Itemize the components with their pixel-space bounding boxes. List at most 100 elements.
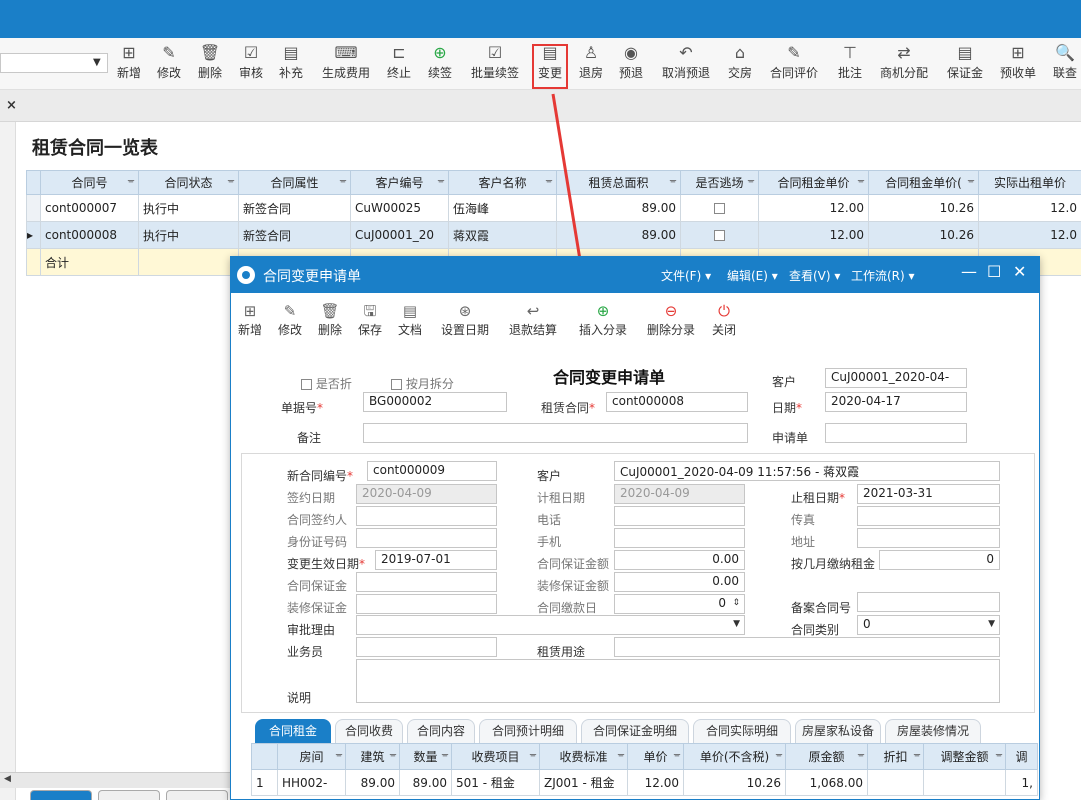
dialog-document-button[interactable]: ▤ 文档 — [395, 301, 425, 338]
customer-field[interactable]: CuJ00001_2020-04- — [825, 368, 967, 388]
toolbar-audit-button[interactable]: ☑ 审核 — [236, 42, 266, 86]
pin-icon[interactable]: ᚚ — [674, 750, 680, 760]
pin-icon[interactable]: ᚚ — [670, 176, 676, 186]
table-row[interactable]: 1 HH002- 89.00 89.00 501 - 租金 ZJ001 - 租金… — [251, 769, 1038, 796]
is-split-checkbox[interactable]: 是否折 — [301, 375, 352, 392]
phone-field[interactable] — [614, 506, 745, 526]
column-header[interactable]: 折扣 ᚚ — [867, 743, 924, 770]
column-header[interactable]: 建筑 ᚚ — [345, 743, 400, 770]
pin-icon[interactable]: ᚚ — [390, 750, 396, 760]
tab-contract-fees[interactable]: 合同收费 — [335, 719, 403, 743]
column-header[interactable]: 合同属性 ᚚ — [238, 170, 351, 195]
signer-field[interactable] — [356, 506, 497, 526]
toolbar-combo[interactable] — [0, 53, 108, 73]
stepper-icon[interactable]: ⇕ — [732, 598, 740, 608]
bottom-tab[interactable] — [30, 790, 92, 800]
pin-icon[interactable]: ᚚ — [340, 176, 346, 186]
toolbar-advance-receipt-button[interactable]: ⊞ 预收单 — [996, 42, 1040, 86]
pin-icon[interactable]: ᚚ — [442, 750, 448, 760]
row-selector-icon[interactable]: ▸ — [26, 221, 41, 249]
chevron-down-icon[interactable]: ▼ — [733, 619, 740, 629]
column-header[interactable]: 合同租金单价 ᚚ — [758, 170, 869, 195]
chevron-down-icon[interactable]: ▼ — [988, 619, 995, 629]
pin-icon[interactable]: ᚚ — [336, 750, 342, 760]
customer-detail-field[interactable]: CuJ00001_2020-04-09 11:57:56 - 蒋双霞 — [614, 461, 1000, 481]
approve-reason-select[interactable]: ▼ — [356, 615, 745, 635]
toolbar-contract-rating-button[interactable]: ✎ 合同评价 — [766, 42, 822, 86]
lease-contract-field[interactable]: cont000008 — [606, 392, 748, 412]
pin-icon[interactable]: ᚚ — [618, 750, 624, 760]
column-header[interactable]: 合同状态 ᚚ — [138, 170, 239, 195]
column-header[interactable]: 调 — [1005, 743, 1038, 770]
rent-end-field[interactable]: 2021-03-31 — [857, 484, 1000, 504]
fax-field[interactable] — [857, 506, 1000, 526]
pin-icon[interactable]: ᚚ — [914, 750, 920, 760]
toolbar-assign-opportunity-button[interactable]: ⇄ 商机分配 — [876, 42, 932, 86]
tab-renovation[interactable]: 房屋装修情况 — [885, 719, 981, 743]
column-header[interactable]: 收费项目 ᚚ — [451, 743, 540, 770]
minimize-icon[interactable]: — — [961, 262, 977, 281]
pin-icon[interactable]: ᚚ — [438, 176, 444, 186]
column-header[interactable]: 调整金额 ᚚ — [923, 743, 1006, 770]
column-header[interactable]: 客户名称 ᚚ — [448, 170, 557, 195]
dialog-save-button[interactable]: 🖫 保存 — [355, 301, 385, 338]
dialog-add-button[interactable]: ⊞ 新增 — [235, 301, 265, 338]
toolbar-handover-button[interactable]: ⌂ 交房 — [724, 42, 756, 86]
address-field[interactable] — [857, 528, 1000, 548]
pin-icon[interactable]: ᚚ — [748, 176, 754, 186]
toolbar-add-button[interactable]: ⊞ 新增 — [114, 42, 144, 86]
doc-no-field[interactable]: BG000002 — [363, 392, 507, 412]
toolbar-pre-checkout-button[interactable]: ◉ 预退 — [616, 42, 646, 86]
column-header[interactable]: 合同号 ᚚ — [40, 170, 139, 195]
tab-deposit-detail[interactable]: 合同保证金明细 — [581, 719, 689, 743]
filing-contract-no-field[interactable] — [857, 592, 1000, 612]
pin-icon[interactable]: ᚚ — [858, 176, 864, 186]
maximize-icon[interactable]: ☐ — [987, 262, 1001, 281]
column-header[interactable]: 数量 ᚚ — [399, 743, 452, 770]
close-icon[interactable]: × — [6, 98, 17, 113]
pin-icon[interactable]: ᚚ — [530, 750, 536, 760]
row-header[interactable] — [26, 194, 41, 222]
pin-icon[interactable]: ᚚ — [128, 176, 134, 186]
tab-contract-rent[interactable]: 合同租金 — [255, 719, 331, 743]
contract-deposit-field[interactable] — [356, 572, 497, 592]
applicant-field[interactable] — [825, 423, 967, 443]
toolbar-cancel-pre-checkout-button[interactable]: ↶ 取消预退 — [658, 42, 714, 86]
toolbar-generate-fee-button[interactable]: ⌨ 生成费用 — [318, 42, 374, 86]
horizontal-scrollbar[interactable]: ◀ — [0, 772, 240, 788]
effective-date-field[interactable]: 2019-07-01 — [375, 550, 497, 570]
column-header[interactable]: 是否逃场 ᚚ — [680, 170, 759, 195]
column-header[interactable]: 客户编号 ᚚ — [350, 170, 449, 195]
dialog-close-button[interactable]: ⏻ 关闭 — [709, 301, 739, 338]
sign-date-field[interactable]: 2020-04-09 — [356, 484, 497, 504]
menu-view[interactable]: 查看(V) ▾ — [789, 267, 840, 284]
column-header[interactable]: 原金额 ᚚ — [785, 743, 868, 770]
menu-workflow[interactable]: 工作流(R) ▾ — [851, 267, 915, 284]
toolbar-terminate-button[interactable]: ⊏ 终止 — [384, 42, 414, 86]
pin-icon[interactable]: ᚚ — [228, 176, 234, 186]
description-textarea[interactable] — [356, 659, 1000, 703]
toolbar-supplement-button[interactable]: ▤ 补充 — [276, 42, 306, 86]
remark-field[interactable] — [363, 423, 748, 443]
chevron-down-icon[interactable]: ▼ — [93, 57, 101, 68]
pin-icon[interactable]: ᚚ — [968, 176, 974, 186]
payment-day-stepper[interactable]: 0 ⇕ — [614, 594, 745, 614]
bottom-tab[interactable] — [98, 790, 160, 800]
escape-checkbox[interactable] — [680, 194, 759, 222]
mobile-field[interactable] — [614, 528, 745, 548]
pin-icon[interactable]: ᚚ — [858, 750, 864, 760]
tab-actual-detail[interactable]: 合同实际明细 — [693, 719, 791, 743]
months-per-payment-field[interactable]: 0 — [879, 550, 1000, 570]
column-header[interactable]: 合同租金单价(ᚚ — [868, 170, 979, 195]
toolbar-batch-renew-button[interactable]: ☑ 批量续签 — [467, 42, 523, 86]
column-header[interactable]: 收费标准 ᚚ — [539, 743, 628, 770]
contract-type-select[interactable]: 0 ▼ — [857, 615, 1000, 635]
column-header[interactable]: 单价 ᚚ — [627, 743, 684, 770]
toolbar-renew-button[interactable]: ⊕ 续签 — [424, 42, 456, 86]
tab-expected-detail[interactable]: 合同预计明细 — [479, 719, 577, 743]
lease-usage-field[interactable] — [614, 637, 1000, 657]
tab-furniture[interactable]: 房屋家私设备 — [795, 719, 881, 743]
column-header[interactable]: 单价(不含税) ᚚ — [683, 743, 786, 770]
toolbar-checkout-button[interactable]: ♙ 退房 — [576, 42, 606, 86]
scroll-left-icon[interactable]: ◀ — [4, 774, 11, 784]
